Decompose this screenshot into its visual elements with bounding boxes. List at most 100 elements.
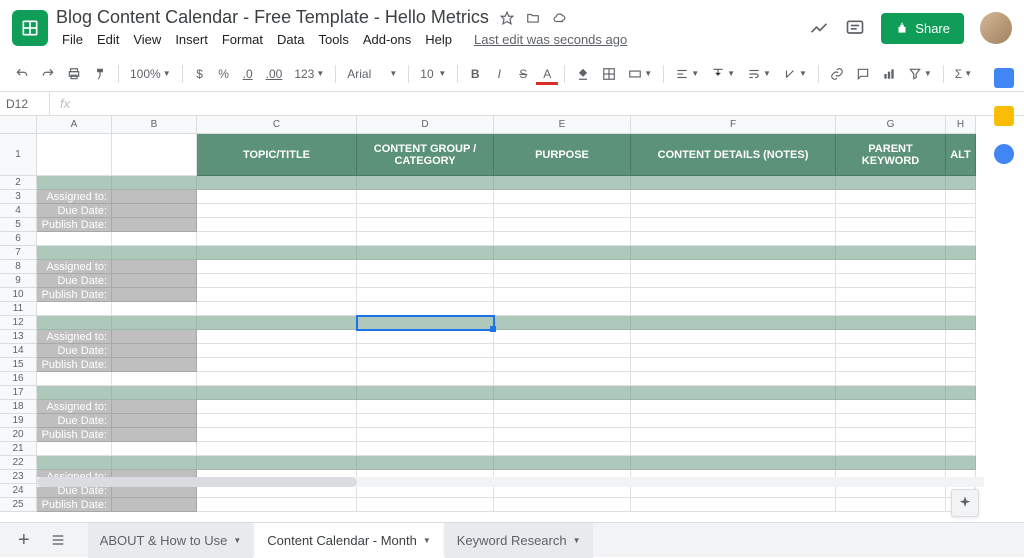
row-header-1[interactable]: 1: [0, 134, 37, 176]
cell-B3[interactable]: [112, 190, 197, 204]
cell-G2[interactable]: [836, 176, 946, 190]
cell-H8[interactable]: [946, 260, 976, 274]
cell-E2[interactable]: [494, 176, 631, 190]
row-header-12[interactable]: 12: [0, 316, 37, 330]
menu-format[interactable]: Format: [216, 30, 269, 49]
menu-view[interactable]: View: [127, 30, 167, 49]
row-header-5[interactable]: 5: [0, 218, 37, 232]
menu-addons[interactable]: Add-ons: [357, 30, 417, 49]
cell-G12[interactable]: [836, 316, 946, 330]
cell-F22[interactable]: [631, 456, 836, 470]
cell-D20[interactable]: [357, 428, 494, 442]
cell-C4[interactable]: [197, 204, 357, 218]
cell-C11[interactable]: [197, 302, 357, 316]
cell-G6[interactable]: [836, 232, 946, 246]
cell-C12[interactable]: [197, 316, 357, 330]
cell-F9[interactable]: [631, 274, 836, 288]
cell-G22[interactable]: [836, 456, 946, 470]
cell-H14[interactable]: [946, 344, 976, 358]
cell-D8[interactable]: [357, 260, 494, 274]
menu-file[interactable]: File: [56, 30, 89, 49]
cell-F21[interactable]: [631, 442, 836, 456]
cell-H7[interactable]: [946, 246, 976, 260]
cell-D15[interactable]: [357, 358, 494, 372]
column-header-D[interactable]: D: [357, 116, 494, 134]
cell-H4[interactable]: [946, 204, 976, 218]
cell-C2[interactable]: [197, 176, 357, 190]
row-header-19[interactable]: 19: [0, 414, 37, 428]
cell-D6[interactable]: [357, 232, 494, 246]
cell-E5[interactable]: [494, 218, 631, 232]
cell-G4[interactable]: [836, 204, 946, 218]
cell-E12[interactable]: [494, 316, 631, 330]
cell-F20[interactable]: [631, 428, 836, 442]
cell-G5[interactable]: [836, 218, 946, 232]
cell-C13[interactable]: [197, 330, 357, 344]
row-header-9[interactable]: 9: [0, 274, 37, 288]
row-header-15[interactable]: 15: [0, 358, 37, 372]
cell-D18[interactable]: [357, 400, 494, 414]
cell-E11[interactable]: [494, 302, 631, 316]
cell-G21[interactable]: [836, 442, 946, 456]
sheets-logo[interactable]: [12, 10, 48, 46]
horizontal-scrollbar[interactable]: [37, 477, 984, 487]
menu-tools[interactable]: Tools: [312, 30, 354, 49]
cell-B13[interactable]: [112, 330, 197, 344]
column-header-F[interactable]: F: [631, 116, 836, 134]
rotate-button[interactable]: ▼: [778, 63, 812, 85]
cell-F25[interactable]: [631, 498, 836, 512]
cell-E3[interactable]: [494, 190, 631, 204]
cell-G1[interactable]: PARENT KEYWORD: [836, 134, 946, 176]
cell-A7[interactable]: [37, 246, 112, 260]
cell-H19[interactable]: [946, 414, 976, 428]
cell-H5[interactable]: [946, 218, 976, 232]
cell-B18[interactable]: [112, 400, 197, 414]
star-icon[interactable]: [499, 10, 515, 26]
decrease-decimal-button[interactable]: .0: [237, 63, 259, 85]
cell-A8[interactable]: Assigned to:: [37, 260, 112, 274]
cell-C22[interactable]: [197, 456, 357, 470]
cell-H15[interactable]: [946, 358, 976, 372]
cell-D22[interactable]: [357, 456, 494, 470]
row-header-24[interactable]: 24: [0, 484, 37, 498]
cell-G17[interactable]: [836, 386, 946, 400]
last-edit-link[interactable]: Last edit was seconds ago: [468, 30, 633, 49]
cell-D10[interactable]: [357, 288, 494, 302]
cell-G7[interactable]: [836, 246, 946, 260]
cell-C6[interactable]: [197, 232, 357, 246]
cell-A19[interactable]: Due Date:: [37, 414, 112, 428]
wrap-button[interactable]: ▼: [742, 63, 776, 85]
cell-E20[interactable]: [494, 428, 631, 442]
cell-G14[interactable]: [836, 344, 946, 358]
cell-H13[interactable]: [946, 330, 976, 344]
bold-button[interactable]: B: [464, 63, 486, 85]
menu-data[interactable]: Data: [271, 30, 310, 49]
cell-G3[interactable]: [836, 190, 946, 204]
cell-G9[interactable]: [836, 274, 946, 288]
cell-F18[interactable]: [631, 400, 836, 414]
all-sheets-button[interactable]: [42, 528, 74, 552]
cell-G25[interactable]: [836, 498, 946, 512]
row-header-7[interactable]: 7: [0, 246, 37, 260]
cell-C8[interactable]: [197, 260, 357, 274]
cell-B1[interactable]: [112, 134, 197, 176]
valign-button[interactable]: ▼: [706, 63, 740, 85]
cell-C19[interactable]: [197, 414, 357, 428]
cell-H17[interactable]: [946, 386, 976, 400]
increase-decimal-button[interactable]: .00: [261, 63, 288, 85]
cell-E6[interactable]: [494, 232, 631, 246]
font-select[interactable]: Arial▼: [342, 63, 402, 85]
cell-B22[interactable]: [112, 456, 197, 470]
row-header-22[interactable]: 22: [0, 456, 37, 470]
cell-B2[interactable]: [112, 176, 197, 190]
cell-G10[interactable]: [836, 288, 946, 302]
name-box[interactable]: D12: [0, 92, 50, 115]
cell-C5[interactable]: [197, 218, 357, 232]
borders-button[interactable]: [597, 63, 621, 85]
cell-B8[interactable]: [112, 260, 197, 274]
cell-C25[interactable]: [197, 498, 357, 512]
sheet-tab[interactable]: Content Calendar - Month▼: [255, 523, 443, 558]
cell-F17[interactable]: [631, 386, 836, 400]
comment-button[interactable]: [851, 63, 875, 85]
row-header-10[interactable]: 10: [0, 288, 37, 302]
